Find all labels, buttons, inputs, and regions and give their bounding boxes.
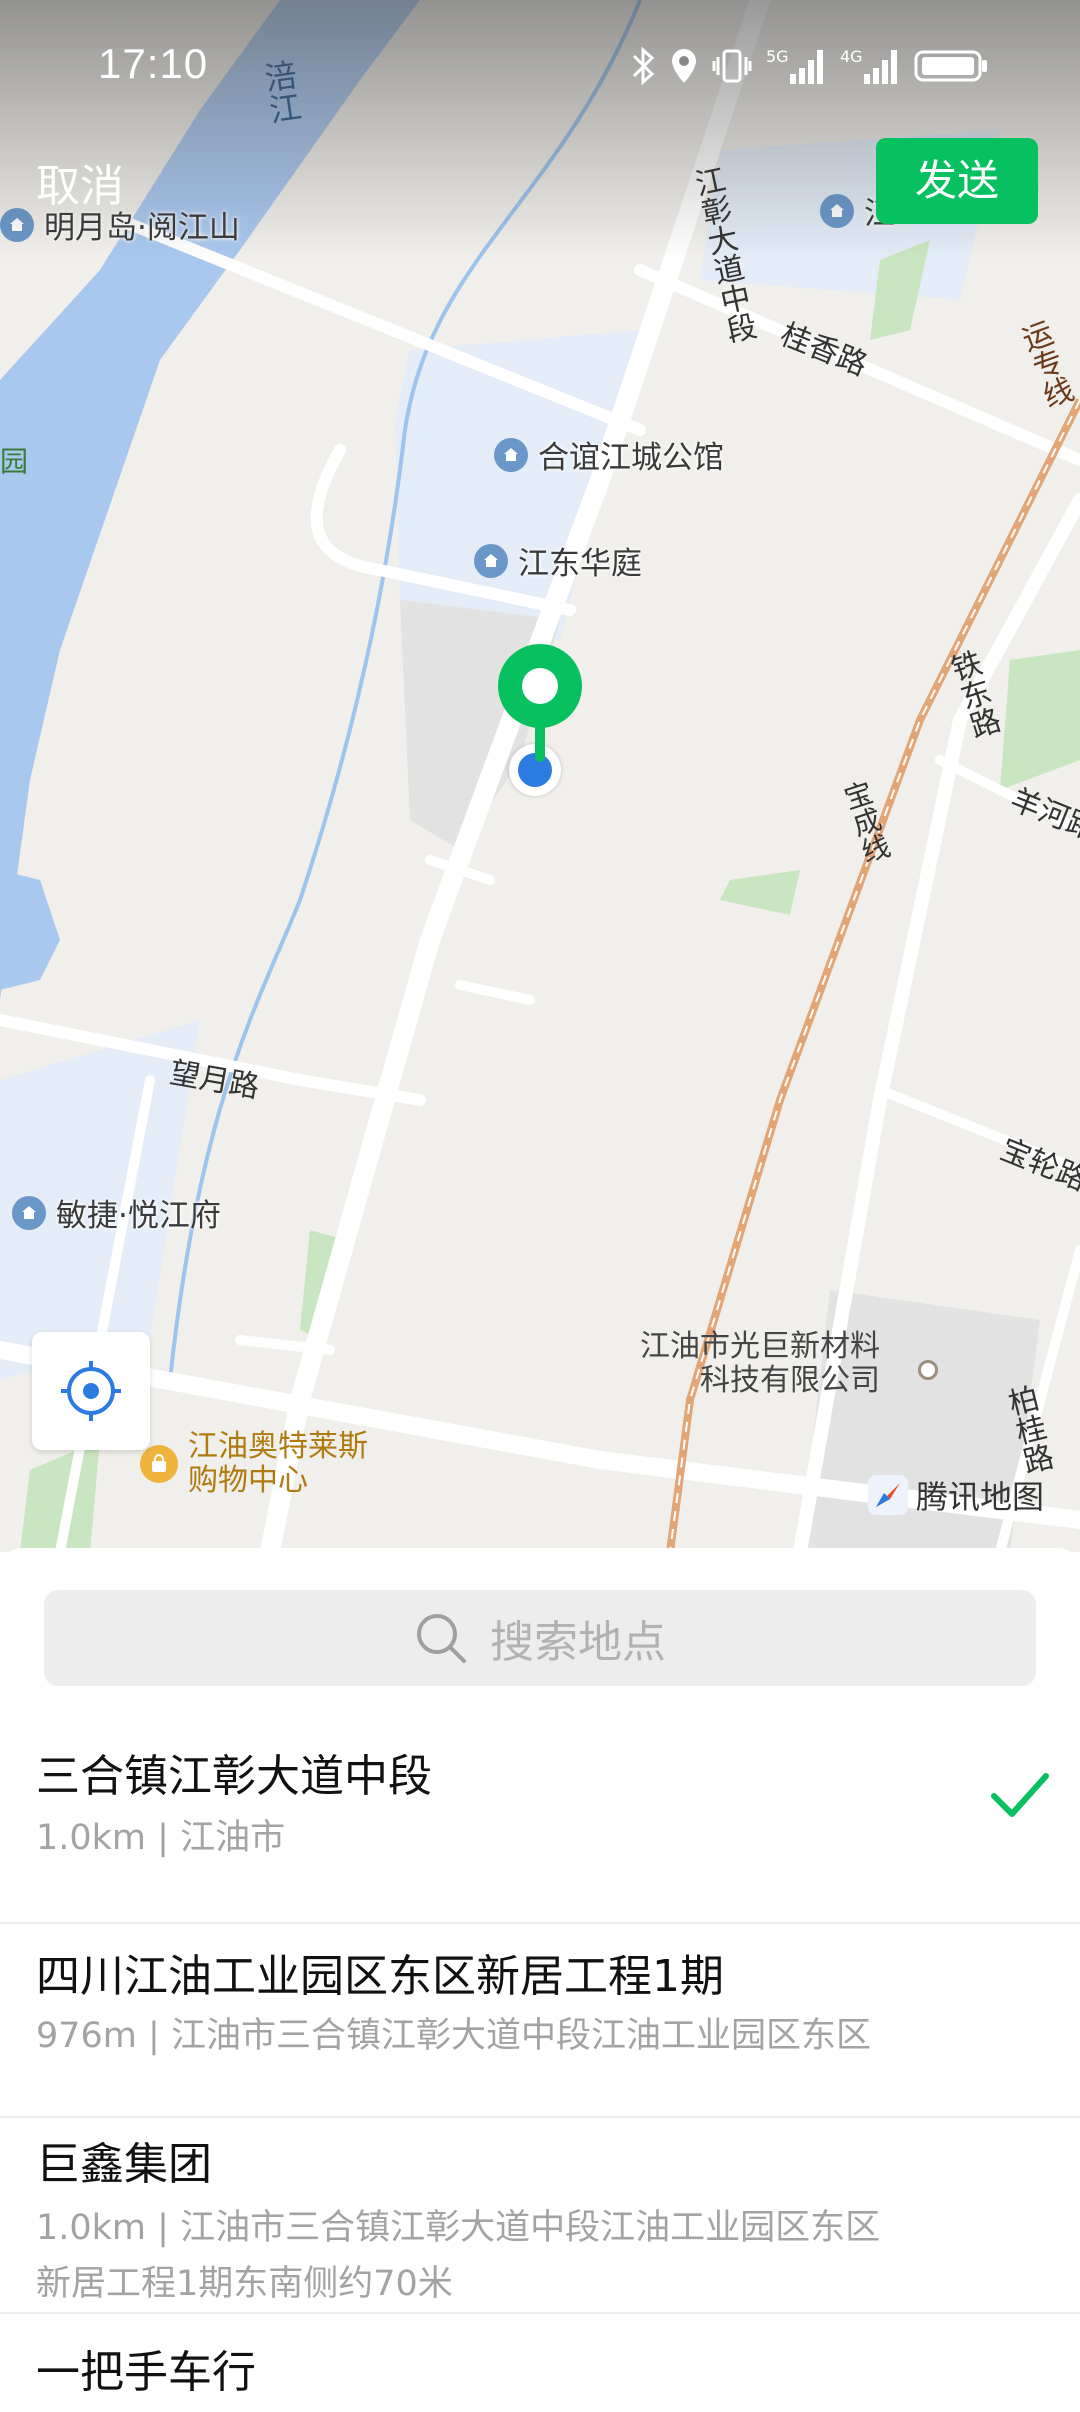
svg-text:4G: 4G (840, 47, 863, 66)
status-bar: 17:10 5G 4G (0, 0, 1080, 130)
poi-label: 江东华庭 (518, 546, 642, 582)
poi-outlets[interactable]: 江油奥特莱斯 购物中心 (140, 1430, 368, 1498)
residence-icon (494, 437, 528, 472)
poi-guangju[interactable]: 江油市光巨新材料 科技有限公司 (640, 1329, 938, 1398)
result-item[interactable]: 一把手车行 (0, 2314, 1080, 2412)
map-pin-icon[interactable] (496, 642, 584, 762)
residence-icon (820, 193, 854, 228)
poi-label-line2: 科技有限公司 (700, 1363, 880, 1398)
shopping-icon (140, 1445, 178, 1483)
bluetooth-icon (632, 46, 655, 86)
edge-label-left: 园 (0, 445, 29, 478)
map-attribution: 腾讯地图 (868, 1472, 1044, 1518)
location-list-sheet: 搜索地点 三合镇江彰大道中段 1.0km | 江油市 四川江油工业园区东区新居工… (0, 1548, 1080, 2412)
result-subtitle: 1.0km | 江油市三合镇江彰大道中段江油工业园区东区 (36, 2208, 881, 2248)
attribution-text: 腾讯地图 (916, 1478, 1045, 1516)
result-item[interactable]: 三合镇江彰大道中段 1.0km | 江油市 (0, 1718, 1080, 1910)
poi-label: 合谊江城公馆 (538, 440, 724, 476)
poi-heyi[interactable]: 合谊江城公馆 (494, 432, 724, 477)
search-placeholder: 搜索地点 (490, 1617, 666, 1668)
residence-icon (0, 207, 34, 242)
poi-label-line1: 江油奥特莱斯 (188, 1429, 368, 1464)
result-subtitle: 976m | 江油市三合镇江彰大道中段江油工业园区东区 (36, 2016, 871, 2056)
result-subtitle-line2: 新居工程1期东南侧约70米 (36, 2264, 453, 2304)
result-title: 一把手车行 (36, 2347, 256, 2398)
residence-icon (474, 543, 508, 578)
cancel-button[interactable]: 取消 (36, 150, 124, 214)
result-item[interactable]: 四川江油工业园区东区新居工程1期 976m | 江油市三合镇江彰大道中段江油工业… (0, 1924, 1080, 2114)
status-time: 17:10 (98, 40, 209, 87)
svg-text:5G: 5G (766, 47, 789, 66)
result-subtitle: 1.0km | 江油市 (36, 1818, 286, 1858)
poi-label-line2: 购物中心 (188, 1463, 308, 1498)
vibrate-icon (712, 49, 752, 83)
map-view[interactable]: 涪江 江彰大道中段 桂香路 铁东路 羊河路 宝成线 望月路 宝轮路 柏桂路 运专… (0, 0, 1080, 1552)
result-title: 巨鑫集团 (36, 2139, 212, 2190)
result-title: 三合镇江彰大道中段 (36, 1751, 432, 1802)
4g-signal-icon: 4G (840, 47, 897, 84)
search-bar[interactable]: 搜索地点 (44, 1590, 1036, 1686)
search-icon (417, 1614, 466, 1663)
result-title: 四川江油工业园区东区新居工程1期 (36, 1951, 724, 2002)
residence-icon (12, 1195, 46, 1230)
tencent-map-logo-icon (868, 1475, 908, 1515)
locate-me-button[interactable] (32, 1332, 150, 1450)
battery-icon (914, 50, 987, 82)
poi-minjie[interactable]: 敏捷·悦江府 (12, 1190, 221, 1235)
5g-signal-icon: 5G (766, 47, 823, 84)
poi-label: 敏捷·悦江府 (56, 1198, 221, 1234)
send-button[interactable]: 发送 (876, 138, 1038, 224)
poi-jiangdong[interactable]: 江东华庭 (474, 538, 642, 583)
check-icon (991, 1773, 1049, 1817)
location-icon (672, 49, 696, 83)
company-dot-icon (918, 1360, 938, 1380)
target-icon (61, 1361, 121, 1421)
poi-label-line1: 江油市光巨新材料 (640, 1329, 880, 1364)
